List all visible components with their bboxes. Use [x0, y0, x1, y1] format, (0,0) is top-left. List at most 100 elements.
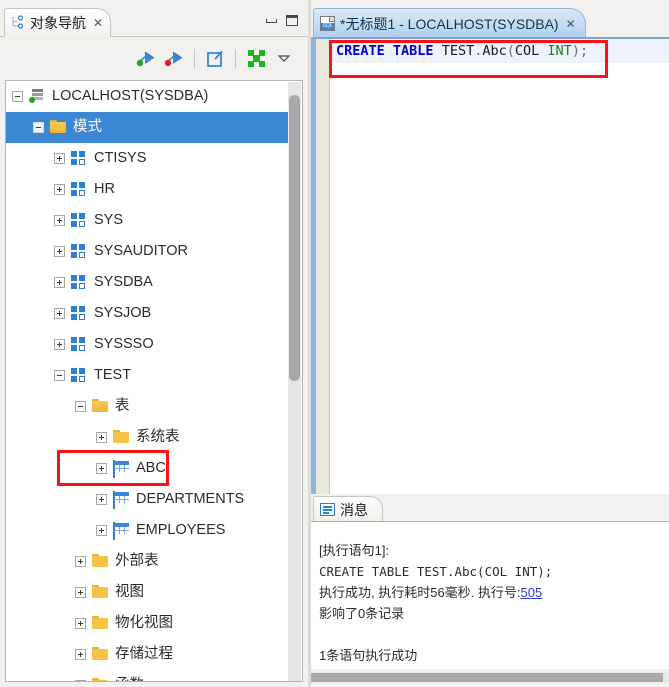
collapse-all-icon: [247, 49, 265, 67]
expand-icon[interactable]: [54, 215, 65, 226]
tree-node-SYSDBA[interactable]: SYSDBA: [6, 267, 288, 298]
sql-token: (: [506, 43, 515, 59]
tab-sql-untitled1[interactable]: SQL *无标题1 - LOCALHOST(SYSDBA) ✕: [313, 8, 586, 38]
sql-tab-label: *无标题1 - LOCALHOST(SYSDBA): [340, 15, 559, 32]
expand-icon[interactable]: [54, 339, 65, 350]
folder-open-icon: [50, 120, 67, 135]
tree-node-视图[interactable]: 视图: [6, 577, 288, 608]
folder-icon: [92, 554, 109, 569]
tree-node-label: 函数: [115, 678, 144, 681]
tree-node-label: SYSJOB: [94, 305, 152, 322]
expand-icon[interactable]: [54, 277, 65, 288]
tree-node-SYS[interactable]: SYS: [6, 205, 288, 236]
table-icon: [113, 460, 130, 478]
connect-green-icon: [136, 51, 154, 66]
collapse-icon[interactable]: [33, 122, 44, 133]
tree-node-label: TEST: [94, 367, 132, 384]
collapse-all-button[interactable]: [242, 45, 270, 71]
expand-icon[interactable]: [96, 432, 107, 443]
tab-messages[interactable]: 消息: [313, 496, 383, 522]
navigator-tabstrip: 对象导航 ✕: [0, 8, 308, 37]
tree-node-label: ABC: [136, 460, 166, 477]
folder-open-icon: [92, 399, 109, 414]
expand-icon[interactable]: [75, 680, 86, 681]
tree-node-表[interactable]: 表: [6, 391, 288, 422]
expand-icon[interactable]: [54, 308, 65, 319]
tree-vertical-scrollbar[interactable]: [288, 82, 301, 681]
expand-icon[interactable]: [96, 525, 107, 536]
tree-node-SYSJOB[interactable]: SYSJOB: [6, 298, 288, 329]
tree-node-label: SYSAUDITOR: [94, 243, 189, 260]
tree-node-物化视图[interactable]: 物化视图: [6, 608, 288, 639]
message-output: [执行语句1]: CREATE TABLE TEST.Abc(COL INT); 执…: [311, 521, 669, 669]
expand-icon[interactable]: [54, 246, 65, 257]
disconnect-button[interactable]: [160, 45, 188, 71]
execution-id-link[interactable]: 505: [521, 585, 543, 600]
scrollbar-thumb[interactable]: [289, 95, 300, 381]
edit-button[interactable]: [201, 45, 229, 71]
close-icon[interactable]: ✕: [93, 17, 103, 29]
schema-icon: [71, 244, 88, 259]
tab-object-navigator[interactable]: 对象导航 ✕: [4, 8, 112, 37]
schema-icon: [71, 182, 88, 197]
editor-text-area[interactable]: CREATE TABLE TEST.Abc(COL INT);: [331, 39, 669, 494]
tree-node-EMPLOYEES[interactable]: EMPLOYEES: [6, 515, 288, 546]
collapse-icon[interactable]: [12, 91, 23, 102]
minimize-icon[interactable]: [266, 18, 277, 23]
expand-icon[interactable]: [54, 153, 65, 164]
schema-icon: [71, 213, 88, 228]
tree-node-SYSAUDITOR[interactable]: SYSAUDITOR: [6, 236, 288, 267]
expand-icon[interactable]: [75, 618, 86, 629]
tree-node-模式[interactable]: 模式: [6, 112, 292, 143]
tree-node-系统表[interactable]: 系统表: [6, 422, 288, 453]
view-menu-button[interactable]: [270, 45, 298, 71]
close-icon[interactable]: ✕: [566, 18, 576, 30]
tree-node-SYSSSO[interactable]: SYSSSO: [6, 329, 288, 360]
message-horizontal-scrollbar[interactable]: [311, 672, 669, 683]
tree-navigator-icon: [11, 14, 25, 32]
tree-node-外部表[interactable]: 外部表: [6, 546, 288, 577]
table-icon: [113, 522, 130, 540]
message-line: [执行语句1]:: [319, 543, 390, 558]
expand-icon[interactable]: [96, 494, 107, 505]
expand-icon[interactable]: [54, 184, 65, 195]
tree-node-label: EMPLOYEES: [136, 522, 226, 539]
connect-button[interactable]: [132, 45, 160, 71]
sql-token: Abc: [482, 43, 507, 59]
tree-node-ABC[interactable]: ABC: [6, 453, 288, 484]
tree-node-LOCALHOST(SYSDBA)[interactable]: LOCALHOST(SYSDBA): [6, 81, 288, 112]
tree-node-TEST[interactable]: TEST: [6, 360, 288, 391]
editor-gutter: [316, 39, 330, 494]
chevron-down-icon: [277, 55, 291, 62]
collapse-icon[interactable]: [75, 401, 86, 412]
sql-tabstrip: SQL *无标题1 - LOCALHOST(SYSDBA) ✕: [311, 8, 669, 38]
expand-icon[interactable]: [75, 587, 86, 598]
schema-icon: [71, 275, 88, 290]
tree-node-label: 外部表: [115, 553, 159, 570]
message-list-icon: [320, 503, 335, 516]
sql-file-icon: SQL: [320, 16, 335, 31]
expand-icon[interactable]: [96, 463, 107, 474]
scrollbar-thumb[interactable]: [311, 673, 663, 682]
maximize-icon[interactable]: [286, 15, 298, 26]
collapse-icon[interactable]: [54, 370, 65, 381]
tree-node-存储过程[interactable]: 存储过程: [6, 639, 288, 670]
tree-node-HR[interactable]: HR: [6, 174, 288, 205]
object-navigator-panel: 对象导航 ✕ LOCALHOST(SYSDBA) 模式 CTISYS HR SY…: [0, 0, 308, 687]
tree-node-label: 物化视图: [115, 615, 173, 632]
sql-editor[interactable]: CREATE TABLE TEST.Abc(COL INT);: [311, 37, 669, 494]
tree-node-label: 系统表: [136, 429, 180, 446]
expand-icon[interactable]: [75, 556, 86, 567]
folder-icon: [113, 430, 130, 445]
sql-code-line[interactable]: CREATE TABLE TEST.Abc(COL INT);: [331, 39, 669, 63]
tree-node-CTISYS[interactable]: CTISYS: [6, 143, 288, 174]
schema-icon: [71, 151, 88, 166]
expand-icon[interactable]: [75, 649, 86, 660]
sql-token: COL: [514, 43, 540, 59]
tab-label: 对象导航: [30, 15, 86, 31]
tree-node-DEPARTMENTS[interactable]: DEPARTMENTS: [6, 484, 288, 515]
message-tab-label: 消息: [340, 501, 368, 518]
object-tree[interactable]: LOCALHOST(SYSDBA) 模式 CTISYS HR SYS SYSAUDITOR…: [5, 80, 303, 682]
tree-node-函数[interactable]: 函数: [6, 670, 288, 681]
